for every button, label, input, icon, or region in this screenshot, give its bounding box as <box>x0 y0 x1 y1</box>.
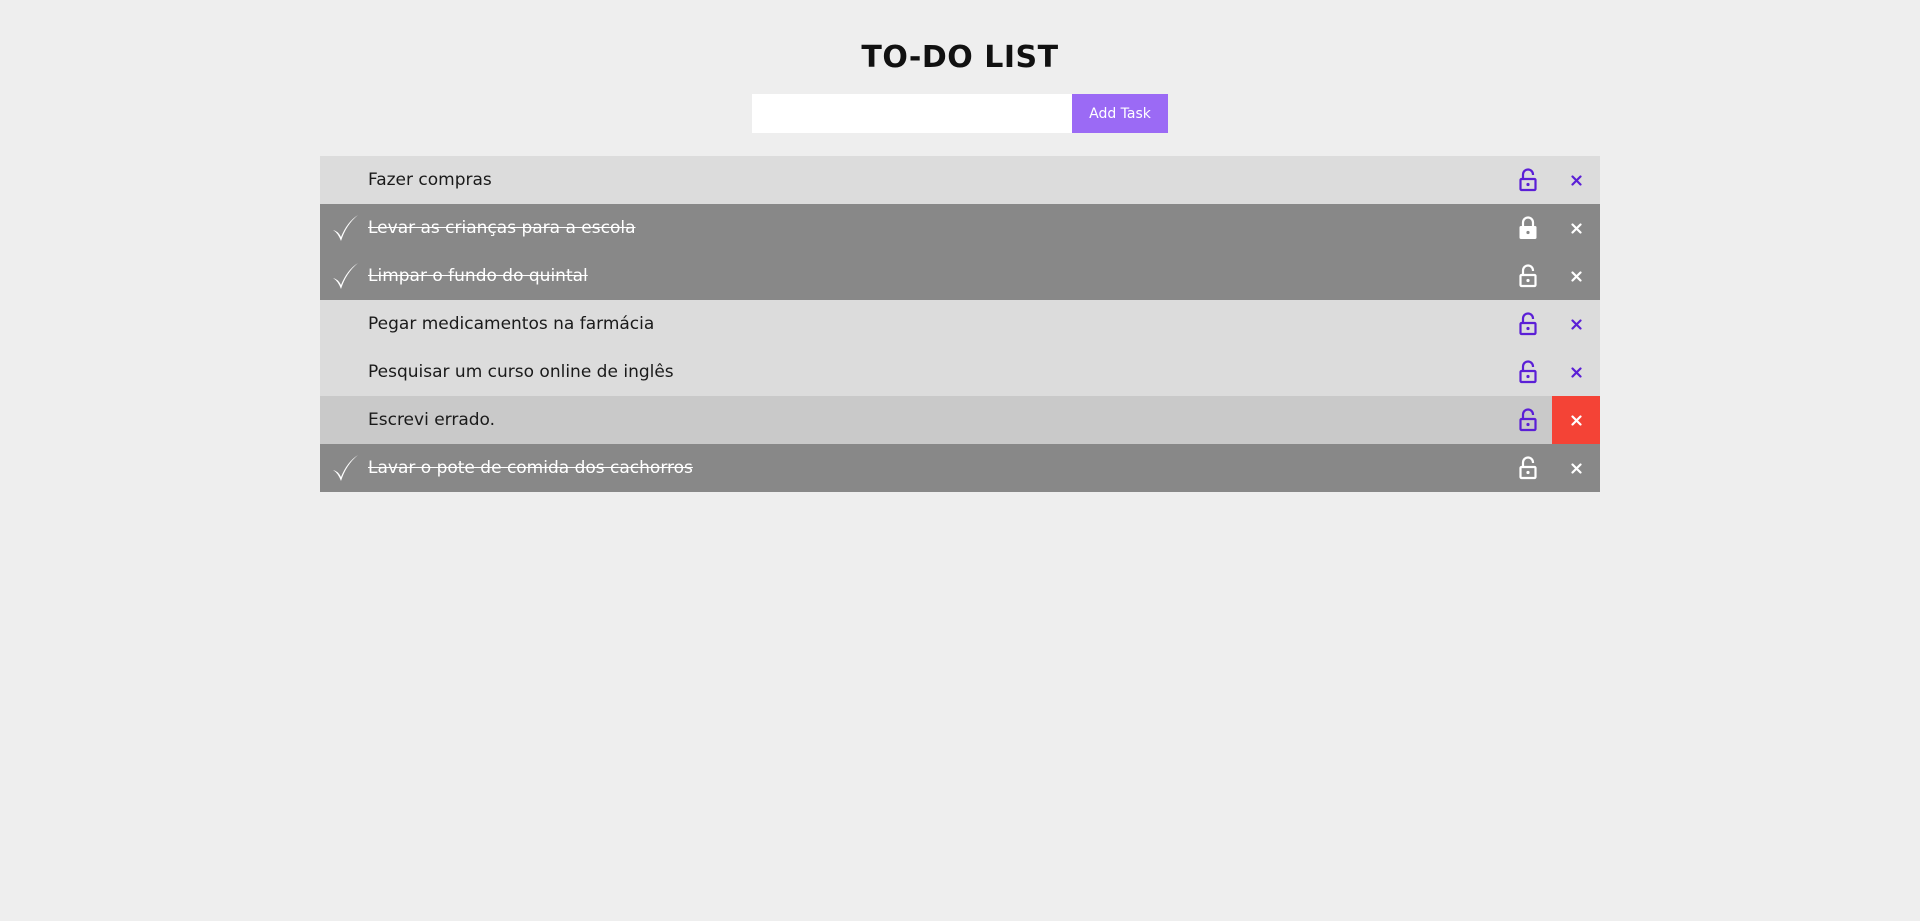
delete-button[interactable] <box>1552 396 1600 444</box>
task-text[interactable]: Pesquisar um curso online de inglês <box>368 362 674 382</box>
lock-button[interactable] <box>1504 156 1552 204</box>
close-icon <box>1570 414 1582 426</box>
task-text[interactable]: Limpar o fundo do quintal <box>368 266 588 286</box>
check-icon <box>330 165 360 195</box>
page-title: TO-DO LIST <box>861 40 1059 75</box>
lock-icon <box>1517 167 1539 193</box>
task-row[interactable]: Levar as crianças para a escola <box>320 204 1600 252</box>
check-icon <box>330 405 360 435</box>
task-input[interactable] <box>752 94 1072 133</box>
task-text[interactable]: Levar as crianças para a escola <box>368 218 636 238</box>
check-icon <box>330 213 360 243</box>
lock-button[interactable] <box>1504 348 1552 396</box>
close-icon <box>1570 462 1582 474</box>
close-icon <box>1570 366 1582 378</box>
lock-button[interactable] <box>1504 204 1552 252</box>
delete-button[interactable] <box>1552 348 1600 396</box>
delete-button[interactable] <box>1552 444 1600 492</box>
lock-button[interactable] <box>1504 252 1552 300</box>
close-icon <box>1570 270 1582 282</box>
lock-button[interactable] <box>1504 444 1552 492</box>
delete-button[interactable] <box>1552 252 1600 300</box>
lock-icon <box>1517 215 1539 241</box>
delete-button[interactable] <box>1552 204 1600 252</box>
task-row[interactable]: Escrevi errado. <box>320 396 1600 444</box>
delete-button[interactable] <box>1552 156 1600 204</box>
lock-icon <box>1517 263 1539 289</box>
task-text[interactable]: Fazer compras <box>368 170 492 190</box>
todo-app: TO-DO LIST Add Task Fazer compras Levar … <box>0 0 1920 921</box>
lock-icon <box>1517 311 1539 337</box>
lock-button[interactable] <box>1504 300 1552 348</box>
add-task-form: Add Task <box>752 94 1168 133</box>
check-icon <box>330 357 360 387</box>
lock-button[interactable] <box>1504 396 1552 444</box>
task-row[interactable]: Lavar o pote de comida dos cachorros <box>320 444 1600 492</box>
task-row[interactable]: Fazer compras <box>320 156 1600 204</box>
task-text[interactable]: Pegar medicamentos na farmácia <box>368 314 654 334</box>
delete-button[interactable] <box>1552 300 1600 348</box>
task-list: Fazer compras Levar as crianças para a e… <box>320 156 1600 492</box>
task-row[interactable]: Pesquisar um curso online de inglês <box>320 348 1600 396</box>
check-icon <box>330 309 360 339</box>
check-icon <box>330 261 360 291</box>
lock-icon <box>1517 407 1539 433</box>
task-row[interactable]: Limpar o fundo do quintal <box>320 252 1600 300</box>
task-row[interactable]: Pegar medicamentos na farmácia <box>320 300 1600 348</box>
close-icon <box>1570 222 1582 234</box>
add-task-button[interactable]: Add Task <box>1072 94 1168 133</box>
lock-icon <box>1517 359 1539 385</box>
lock-icon <box>1517 455 1539 481</box>
check-icon <box>330 453 360 483</box>
task-text[interactable]: Lavar o pote de comida dos cachorros <box>368 458 693 478</box>
task-text[interactable]: Escrevi errado. <box>368 410 495 430</box>
close-icon <box>1570 174 1582 186</box>
close-icon <box>1570 318 1582 330</box>
